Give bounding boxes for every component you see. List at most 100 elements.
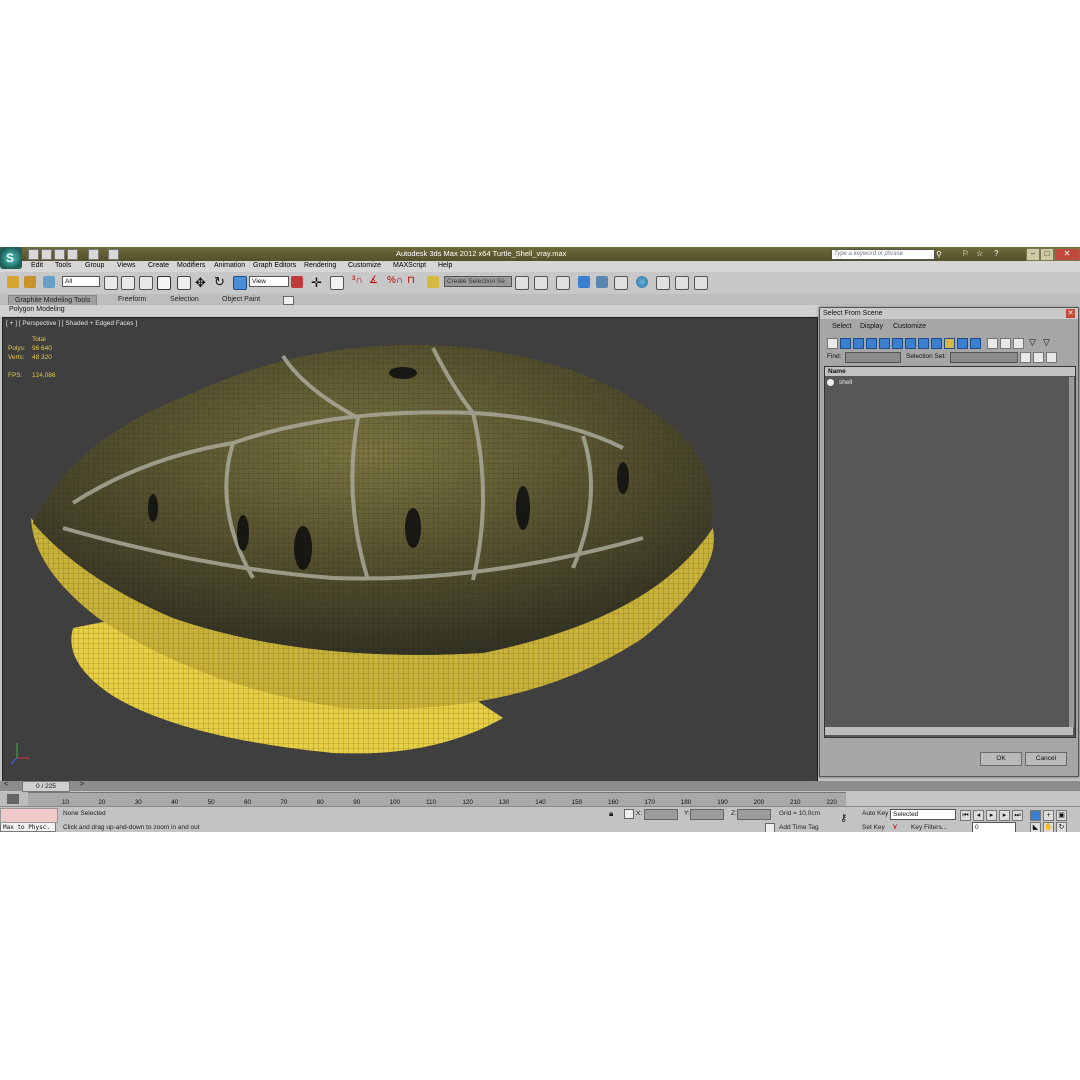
app-logo-icon[interactable]: S	[0, 247, 22, 269]
angle-snap-icon[interactable]: ∡	[369, 275, 378, 286]
go-to-end-icon[interactable]: ⏭	[1012, 810, 1023, 821]
dialog-menu-display[interactable]: Display	[860, 323, 883, 330]
menu-maxscript[interactable]: MAXScript	[393, 262, 426, 269]
dialog-menu-customize[interactable]: Customize	[893, 323, 926, 330]
ribbon-options-icon[interactable]	[283, 296, 294, 305]
selection-filter-dropdown[interactable]: All	[62, 276, 100, 287]
menu-tools[interactable]: Tools	[55, 262, 71, 269]
previous-frame-icon[interactable]: ◂	[973, 810, 984, 821]
render-setup-icon[interactable]	[656, 276, 670, 290]
y-coordinate-field[interactable]	[690, 809, 724, 820]
time-prev-icon[interactable]: <	[4, 781, 8, 788]
name-column-header[interactable]: Name	[825, 367, 1075, 376]
search-input[interactable]: Type a keyword or phrase	[831, 249, 935, 260]
ok-button[interactable]: OK	[980, 752, 1022, 766]
next-frame-icon[interactable]: ▸	[999, 810, 1010, 821]
play-icon[interactable]: ▸	[986, 810, 997, 821]
field-of-view-icon[interactable]: ◣	[1030, 822, 1041, 832]
select-object-icon[interactable]	[104, 276, 118, 290]
orbit-icon[interactable]: ↻	[1056, 822, 1067, 832]
move-cross-icon[interactable]: ✥	[195, 275, 206, 291]
scene-object-list[interactable]: Name shell	[824, 366, 1076, 738]
maximize-button[interactable]: □	[1040, 248, 1054, 261]
rendered-frame-icon[interactable]	[675, 276, 689, 290]
mirror-icon[interactable]	[515, 276, 529, 290]
display-containers-icon[interactable]	[944, 338, 955, 349]
select-invert-icon[interactable]	[1013, 338, 1024, 349]
dialog-close-icon[interactable]: ✕	[1066, 309, 1075, 318]
menu-graph-editors[interactable]: Graph Editors	[253, 262, 296, 269]
schematic-view-icon[interactable]	[614, 276, 628, 290]
rectangular-selection-icon[interactable]	[139, 276, 153, 290]
menu-modifiers[interactable]: Modifiers	[177, 262, 205, 269]
panel-polygon-modeling[interactable]: Polygon Modeling	[9, 306, 65, 313]
display-space-warps-icon[interactable]	[892, 338, 903, 349]
select-influences-icon[interactable]	[1046, 352, 1057, 363]
cancel-button[interactable]: Cancel	[1025, 752, 1067, 766]
select-and-move-icon[interactable]	[177, 276, 191, 290]
menu-create[interactable]: Create	[148, 262, 169, 269]
display-xrefs-icon[interactable]	[918, 338, 929, 349]
z-coordinate-field[interactable]	[737, 809, 771, 820]
select-manipulate-icon[interactable]: ✛	[311, 275, 322, 291]
favorites-star-icon[interactable]: ☆	[976, 249, 983, 258]
tab-freeform[interactable]: Freeform	[118, 295, 146, 305]
x-coordinate-field[interactable]	[644, 809, 678, 820]
perspective-viewport[interactable]: [ + ] [ Perspective ] [ Shaded + Edged F…	[2, 317, 818, 782]
select-by-name-icon[interactable]	[121, 276, 135, 290]
reference-coord-dropdown[interactable]: View	[249, 276, 289, 287]
filter-options-icon[interactable]: ▽	[1043, 337, 1050, 348]
tab-selection[interactable]: Selection	[170, 295, 199, 305]
zoom-icon[interactable]	[1030, 810, 1041, 821]
key-icon[interactable]: ⚷	[840, 813, 847, 824]
keyboard-shortcut-icon[interactable]	[330, 276, 344, 290]
mini-curve-editor-icon[interactable]	[7, 794, 19, 804]
go-to-start-icon[interactable]: ⏮	[960, 810, 971, 821]
pivot-center-icon[interactable]	[291, 276, 303, 288]
menu-views[interactable]: Views	[117, 262, 136, 269]
display-shapes-icon[interactable]	[840, 338, 851, 349]
select-all-icon[interactable]	[987, 338, 998, 349]
maxscript-output[interactable]	[0, 808, 58, 823]
undo-icon[interactable]	[67, 249, 78, 260]
display-groups-icon[interactable]	[905, 338, 916, 349]
key-filters-button[interactable]: Key Filters...	[911, 824, 947, 831]
material-editor-icon[interactable]	[636, 276, 648, 288]
scale-icon[interactable]	[233, 276, 247, 290]
maxscript-listener[interactable]: Max to Physc.	[0, 822, 56, 832]
display-geometry-icon[interactable]	[827, 338, 838, 349]
menu-group[interactable]: Group	[85, 262, 104, 269]
open-file-icon[interactable]	[41, 249, 52, 260]
menu-edit[interactable]: Edit	[31, 262, 43, 269]
time-slider-thumb[interactable]: 0 / 225	[22, 781, 70, 792]
bind-space-warp-icon[interactable]	[43, 276, 55, 288]
vertical-scrollbar[interactable]	[1069, 377, 1074, 727]
select-children-icon[interactable]	[1020, 352, 1031, 363]
current-frame-field[interactable]: 0	[972, 822, 1016, 832]
menu-help[interactable]: Help	[438, 262, 452, 269]
list-item[interactable]: shell	[827, 379, 987, 388]
new-file-icon[interactable]	[28, 249, 39, 260]
menu-animation[interactable]: Animation	[214, 262, 245, 269]
key-mode-dropdown[interactable]: Selected	[890, 809, 956, 820]
filter-icon[interactable]: ▽	[1029, 337, 1036, 348]
time-slider[interactable]	[0, 781, 1080, 791]
tab-object-paint[interactable]: Object Paint	[222, 295, 260, 305]
spinner-snap-icon[interactable]: ⊓	[407, 275, 415, 286]
auto-key-button[interactable]: Auto Key	[862, 810, 888, 817]
curve-editor-icon[interactable]	[596, 276, 608, 288]
zoom-all-icon[interactable]: +	[1043, 810, 1054, 821]
save-file-icon[interactable]	[54, 249, 65, 260]
pan-view-icon[interactable]: ✋	[1043, 822, 1054, 832]
project-folder-icon[interactable]	[108, 249, 119, 260]
binoculars-icon[interactable]: ⚲	[936, 250, 942, 259]
close-button[interactable]: ✕	[1054, 248, 1080, 261]
select-none-icon[interactable]	[1000, 338, 1011, 349]
absolute-mode-icon[interactable]	[624, 809, 634, 819]
display-bones-icon[interactable]	[931, 338, 942, 349]
unlink-icon[interactable]	[24, 276, 36, 288]
window-crossing-icon[interactable]	[157, 276, 171, 290]
display-frozen-icon[interactable]	[957, 338, 968, 349]
set-key-button[interactable]: Set Key	[862, 824, 885, 831]
display-lights-icon[interactable]	[853, 338, 864, 349]
